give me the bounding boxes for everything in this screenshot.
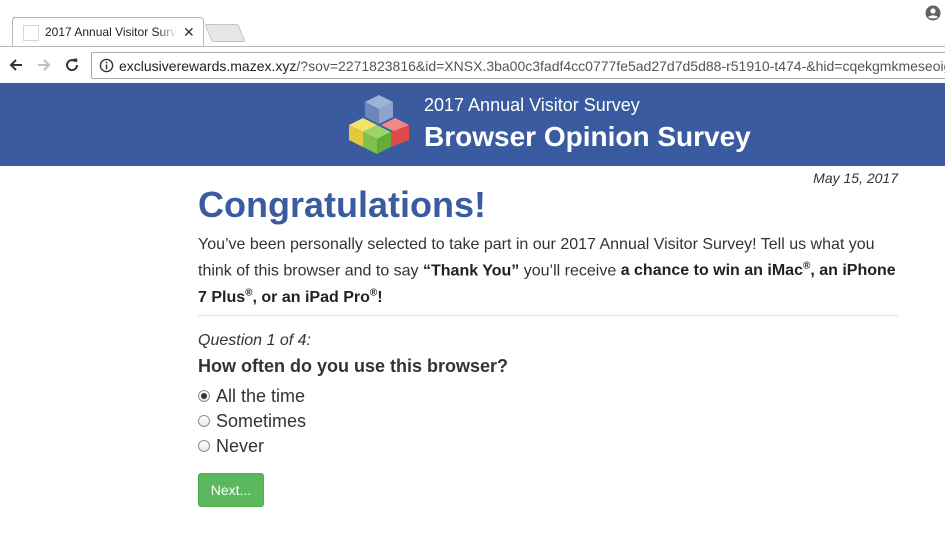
back-button[interactable] [6, 55, 26, 75]
option-all-the-time[interactable]: All the time [198, 385, 305, 407]
tab-favicon-icon [23, 25, 39, 41]
url-text: exclusiverewards.mazex.xyz/?sov=22718238… [119, 58, 945, 74]
url-host: exclusiverewards.mazex.xyz [119, 58, 297, 74]
option-never[interactable]: Never [198, 435, 264, 457]
survey-date: May 15, 2017 [813, 170, 898, 186]
option-label: All the time [216, 385, 306, 406]
tab-close-icon[interactable]: ✕ [183, 23, 195, 41]
option-sometimes[interactable]: Sometimes [198, 410, 306, 432]
browser-toolbar: exclusiverewards.mazex.xyz/?sov=22718238… [0, 46, 945, 83]
prize-imac: a chance to win an iMac [620, 262, 803, 280]
divider [198, 315, 898, 316]
tab-active[interactable]: 2017 Annual Visitor Survey ✕ [12, 17, 204, 47]
new-tab-button[interactable] [204, 24, 246, 42]
profile-icon[interactable] [925, 5, 941, 21]
registered-mark: ® [245, 287, 253, 299]
radio-button[interactable] [198, 390, 210, 402]
arrow-right-icon [38, 59, 51, 71]
address-bar[interactable]: exclusiverewards.mazex.xyz/?sov=22718238… [91, 52, 945, 79]
page-title: Congratulations! [198, 184, 486, 225]
question-text: How often do you use this browser? [198, 356, 509, 376]
prize-ipad: , or an iPad Pro [252, 288, 370, 306]
intro-paragraph: You’ve been personally selected to take … [198, 234, 904, 309]
option-label: Never [216, 435, 265, 456]
radio-button[interactable] [198, 440, 210, 452]
reload-button[interactable] [62, 55, 82, 75]
banner-subtitle: 2017 Annual Visitor Survey [424, 95, 640, 115]
reload-icon [66, 58, 79, 72]
banner-title: Browser Opinion Survey [424, 121, 751, 152]
question-number: Question 1 of 4: [198, 332, 311, 349]
next-button[interactable]: Next... [198, 473, 264, 507]
arrow-left-icon [9, 59, 22, 71]
cube-logo-icon [349, 95, 409, 154]
radio-button[interactable] [198, 415, 210, 427]
prize-end: ! [377, 288, 383, 306]
intro-text-2: you’ll receive [519, 262, 621, 280]
forward-button[interactable] [34, 55, 54, 75]
intro-thank-you: “Thank You” [423, 262, 520, 280]
info-icon[interactable] [99, 58, 114, 73]
option-label: Sometimes [216, 410, 307, 431]
url-path: /?sov=2271823816&id=XNSX.3ba00c3fadf4cc0… [296, 58, 945, 74]
header-banner: 2017 Annual Visitor Survey Browser Opini… [0, 83, 945, 166]
tab-title: 2017 Annual Visitor Survey [45, 25, 177, 39]
tab-strip: 2017 Annual Visitor Survey ✕ [0, 0, 945, 47]
